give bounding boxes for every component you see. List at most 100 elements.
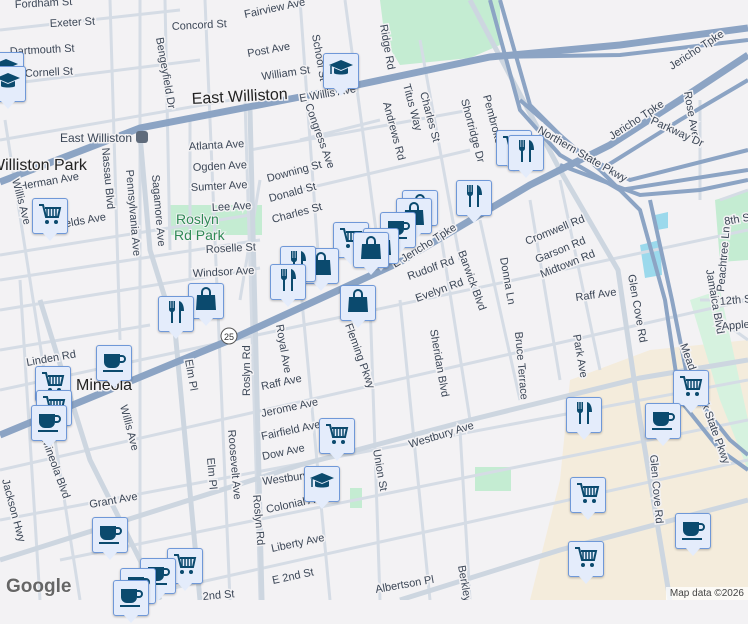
marker-pointer xyxy=(0,100,16,109)
marker-box[interactable] xyxy=(113,580,149,616)
label-fordham: Fordham St xyxy=(15,0,73,11)
label-jacksonhwy: Jackson Hwy xyxy=(0,478,28,544)
restaurant-icon xyxy=(163,299,189,330)
marker-box[interactable] xyxy=(570,477,606,513)
marker-pointer xyxy=(466,214,482,223)
map-marker-cart[interactable] xyxy=(570,477,606,521)
marker-box[interactable] xyxy=(353,232,389,268)
marker-box[interactable] xyxy=(32,198,68,234)
map-marker-cart[interactable] xyxy=(319,418,355,462)
coffee-cup-icon xyxy=(36,408,62,439)
coffee-cup-icon xyxy=(118,583,144,614)
map-attribution[interactable]: Map data ©2026 xyxy=(665,587,748,600)
map-marker-coffee[interactable] xyxy=(31,405,67,449)
marker-box[interactable] xyxy=(456,180,492,216)
marker-box[interactable] xyxy=(270,264,306,300)
route-25-shield: 25 xyxy=(220,327,238,345)
map-marker-cart[interactable] xyxy=(568,541,604,585)
marker-pointer xyxy=(106,379,122,388)
marker-pointer xyxy=(123,614,139,623)
coffee-cup-icon xyxy=(97,520,123,551)
marker-box[interactable] xyxy=(675,513,711,549)
map-marker-fork[interactable] xyxy=(270,264,306,308)
label-roslyn-park-line: Roslyn xyxy=(176,211,219,227)
marker-box[interactable] xyxy=(566,397,602,433)
marker-box[interactable] xyxy=(92,517,128,553)
marker-pointer xyxy=(350,319,366,328)
label-titus: Titus Way xyxy=(400,83,424,133)
label-roslyn-park-line: Rd Park xyxy=(174,227,226,243)
marker-pointer xyxy=(685,547,701,556)
shopping-cart-icon xyxy=(324,421,350,452)
label-windsor: Windsor Ave xyxy=(193,265,255,280)
marker-pointer xyxy=(177,582,193,591)
marker-pointer xyxy=(576,431,592,440)
marker-box[interactable] xyxy=(304,466,340,502)
marker-box[interactable] xyxy=(158,296,194,332)
map-marker-fork[interactable] xyxy=(566,397,602,441)
marker-pointer xyxy=(333,87,349,96)
map-marker-school[interactable] xyxy=(0,66,26,110)
map-marker-cart[interactable] xyxy=(32,198,68,242)
map-marker-school[interactable] xyxy=(304,466,340,510)
marker-box[interactable] xyxy=(508,135,544,171)
label-donna: Donna Ln xyxy=(497,256,517,305)
label-donald: Donald St xyxy=(268,181,318,205)
map-marker-fork[interactable] xyxy=(456,180,492,224)
label-exeter: Exeter St xyxy=(50,16,96,30)
marker-box[interactable] xyxy=(319,418,355,454)
label-sumter: Sumter Ave xyxy=(191,179,248,194)
label-liberty: Liberty Ave xyxy=(270,532,326,555)
restaurant-icon xyxy=(461,183,487,214)
map-marker-fork[interactable] xyxy=(158,296,194,340)
google-logo: Google xyxy=(6,576,72,597)
label-fairfield: Fairfield Ave xyxy=(260,419,322,443)
restaurant-icon xyxy=(275,267,301,298)
map-marker-coffee[interactable] xyxy=(113,580,149,624)
label-raff: Raff Ave xyxy=(575,286,617,304)
map-marker-school[interactable] xyxy=(323,53,359,97)
label-sagamore: Sagamore Ave xyxy=(149,174,167,247)
coffee-cup-icon xyxy=(101,348,127,379)
marker-pointer xyxy=(655,437,671,446)
label-jerome: Jerome Ave xyxy=(260,396,319,420)
label-sheridan: Sheridan Blvd xyxy=(427,328,451,398)
label-westbury2: Westbury Ave xyxy=(407,420,475,451)
label-willis2: Willis Ave xyxy=(117,404,141,452)
label-atlanta: Atlanta Ave xyxy=(189,138,245,153)
marker-pointer xyxy=(363,266,379,275)
label-parkave: Park Ave xyxy=(570,333,589,378)
coffee-cup-icon xyxy=(650,406,676,437)
map-marker-coffee[interactable] xyxy=(96,345,132,389)
marker-box[interactable] xyxy=(673,370,709,406)
marker-box[interactable] xyxy=(0,66,26,102)
label-elm: Elm Pl xyxy=(182,358,199,391)
marker-box[interactable] xyxy=(96,345,132,381)
shopping-cart-icon xyxy=(573,544,599,575)
label-roslynrd: Roslyn Rd xyxy=(241,345,253,396)
marker-box[interactable] xyxy=(645,403,681,439)
label-union: Union St xyxy=(370,448,389,492)
restaurant-icon xyxy=(571,400,597,431)
marker-box[interactable] xyxy=(31,405,67,441)
marker-pointer xyxy=(198,317,214,326)
map-marker-coffee[interactable] xyxy=(92,517,128,561)
label-william: William St xyxy=(261,64,311,83)
station-label[interactable]: East Williston xyxy=(58,130,133,147)
marker-pointer xyxy=(329,452,345,461)
marker-box[interactable] xyxy=(340,285,376,321)
map-marker-bag[interactable] xyxy=(340,285,376,329)
marker-box[interactable] xyxy=(323,53,359,89)
label-bengeyfield: Bengeyfield Dr xyxy=(153,36,177,109)
school-icon xyxy=(328,56,354,87)
marker-box[interactable] xyxy=(568,541,604,577)
map-marker-fork[interactable] xyxy=(508,135,544,179)
marker-pointer xyxy=(168,330,184,339)
shopping-bag-icon xyxy=(193,286,219,317)
map-marker-coffee[interactable] xyxy=(675,513,711,557)
shopping-cart-icon xyxy=(575,480,601,511)
label-elm2: Elm Pl xyxy=(204,457,219,490)
map-marker-bag[interactable] xyxy=(353,232,389,276)
label-twelfth: 12th St xyxy=(719,293,748,308)
map-marker-coffee[interactable] xyxy=(645,403,681,447)
